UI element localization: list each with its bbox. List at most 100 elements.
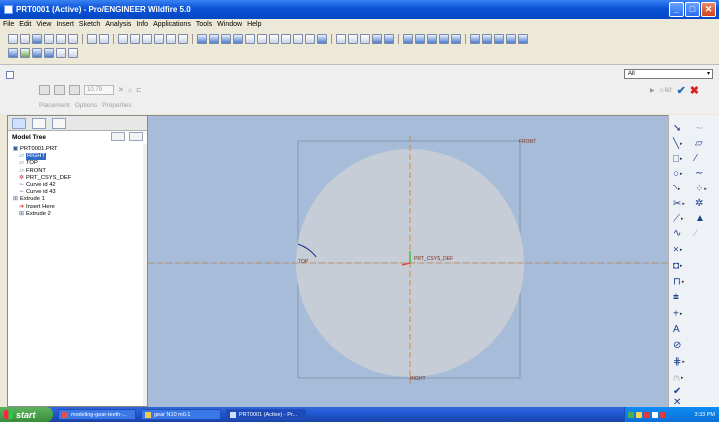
select-box-icon[interactable] — [178, 34, 188, 44]
model-player-icon[interactable] — [8, 48, 18, 58]
paste-icon[interactable] — [142, 34, 152, 44]
constraints-display-icon[interactable] — [494, 34, 504, 44]
menu-tools[interactable]: Tools — [196, 21, 212, 28]
graphics-window[interactable]: FRONT TOP PRT_CSYS_DEF RIGHT — [148, 115, 668, 407]
menu-analysis[interactable]: Analysis — [105, 21, 131, 28]
annotations-icon[interactable] — [451, 34, 461, 44]
menu-insert[interactable]: Insert — [56, 21, 74, 28]
grid-display-icon[interactable] — [518, 34, 528, 44]
dimension-icon[interactable]: ⊓▸ — [673, 277, 684, 288]
tree-item-front[interactable]: ▱ FRONT — [12, 168, 71, 175]
enhanced-realism-icon[interactable] — [384, 34, 394, 44]
menu-sketch[interactable]: Sketch — [79, 21, 100, 28]
tree-item-curve-43[interactable]: ∼ Curve id 43 — [12, 189, 71, 196]
zoom-out-icon[interactable] — [257, 34, 267, 44]
analysis-icon[interactable]: ▲ — [695, 214, 705, 224]
circle-icon[interactable]: ○▸ — [673, 169, 683, 180]
modify-icon[interactable]: ⩧ — [673, 293, 679, 303]
datum-axes-icon[interactable] — [415, 34, 425, 44]
ok-check-icon[interactable]: ✔ — [677, 84, 686, 97]
start-button[interactable]: start — [0, 407, 53, 422]
hidden-line-icon[interactable] — [348, 34, 358, 44]
tree-item-csys[interactable]: ✲ PRT_CSYS_DEF — [12, 175, 71, 182]
menu-edit[interactable]: Edit — [19, 21, 31, 28]
menu-help[interactable]: Help — [247, 21, 261, 28]
find-icon[interactable] — [166, 34, 176, 44]
flip-direction-icon[interactable]: ✕ — [118, 86, 124, 94]
paste-special-icon[interactable] — [154, 34, 164, 44]
constraint-icon[interactable]: +▸ — [673, 309, 682, 320]
trim-icon[interactable]: ⋕▸ — [673, 357, 685, 368]
tree-scrollbar[interactable] — [143, 144, 147, 406]
menu-view[interactable]: View — [36, 21, 51, 28]
saved-views-icon[interactable] — [293, 34, 303, 44]
tree-item-insert-here[interactable]: ➔ Insert Here — [12, 204, 71, 211]
print-icon[interactable] — [44, 34, 54, 44]
open-icon[interactable] — [20, 34, 30, 44]
network-icon[interactable] — [628, 411, 634, 418]
close-button[interactable]: ✕ — [701, 2, 716, 17]
taskbar-item-folder[interactable]: gear N10 m0.1 — [141, 409, 221, 420]
folder-browser-tab-icon[interactable] — [32, 118, 46, 129]
remove-material-icon[interactable]: ⌂ — [128, 87, 132, 94]
orient-icon[interactable] — [221, 34, 231, 44]
fillet-icon[interactable]: ✂▸ — [673, 199, 685, 210]
chamfer-icon[interactable]: ⟋▸ — [673, 214, 684, 225]
maximize-button[interactable]: □ — [685, 2, 700, 17]
email-icon[interactable] — [56, 34, 66, 44]
datum-planes-icon[interactable] — [403, 34, 413, 44]
shading-icon[interactable] — [372, 34, 382, 44]
mirror-icon[interactable]: ⩀▸ — [673, 373, 684, 384]
tree-item-part[interactable]: ▣ PRT0001.PRT — [12, 146, 71, 153]
spline-icon[interactable]: ∿ — [673, 229, 681, 239]
use-edge-icon[interactable]: ◘▸ — [673, 261, 683, 272]
tree-item-extrude-2[interactable]: ⊞ Extrude 2 — [12, 211, 71, 218]
copy-icon[interactable] — [130, 34, 140, 44]
no-hidden-icon[interactable] — [360, 34, 370, 44]
datum-point-icon[interactable]: ⁘▸ — [695, 184, 707, 195]
datum-points-icon[interactable] — [427, 34, 437, 44]
minimize-button[interactable]: _ — [669, 2, 684, 17]
preview-button[interactable]: ☺60' — [659, 88, 673, 94]
arc-icon[interactable]: ◝▸ — [673, 184, 680, 195]
window-titlebar[interactable]: PRT0001 (Active) - Pro/ENGINEER Wildfire… — [0, 0, 719, 19]
text-icon[interactable]: A — [673, 325, 680, 335]
line-icon[interactable]: ╲▸ — [673, 139, 683, 150]
extrude-surface-icon[interactable] — [54, 85, 65, 95]
sketch-mode-icon[interactable] — [6, 71, 14, 79]
sketch-canvas[interactable] — [148, 116, 668, 408]
refit-icon[interactable] — [269, 34, 279, 44]
sketcher-preferences-icon[interactable] — [56, 48, 66, 58]
spin-center-icon[interactable] — [209, 34, 219, 44]
reorient-icon[interactable] — [281, 34, 291, 44]
taskbar-item-proe[interactable]: PRT0001 (Active) - Pr... — [226, 409, 306, 420]
email-link-icon[interactable] — [68, 34, 78, 44]
cut-icon[interactable] — [118, 34, 128, 44]
datum-curve-icon[interactable]: ∼ — [695, 169, 703, 179]
sketch-view-icon[interactable] — [470, 34, 480, 44]
view-manager-icon[interactable] — [317, 34, 327, 44]
tree-item-top[interactable]: ▱ TOP — [12, 160, 71, 167]
taskbar-item-browser[interactable]: modeling-gear-teeth-... — [58, 409, 136, 420]
select-arrow-icon[interactable]: ➘ — [673, 124, 681, 134]
undo-icon[interactable] — [87, 34, 97, 44]
depth-option-icon[interactable] — [69, 85, 80, 95]
tree-item-right[interactable]: ▱ RIGHT — [12, 153, 71, 161]
csys-tool-icon[interactable]: ✲ — [695, 199, 703, 209]
pause-button[interactable]: ▶ — [650, 87, 655, 94]
zoom-in-icon[interactable] — [245, 34, 255, 44]
wireframe-icon[interactable] — [336, 34, 346, 44]
thicken-icon[interactable]: ⊏ — [136, 86, 142, 94]
palette-icon[interactable]: ⊘ — [673, 341, 681, 351]
layers-icon[interactable] — [305, 34, 315, 44]
tab-options[interactable]: Options — [75, 102, 97, 109]
selection-filter-dropdown[interactable]: All ▾ — [624, 69, 713, 79]
depth-input[interactable]: 10.79 — [84, 85, 114, 95]
tray-app-icon[interactable] — [652, 411, 658, 418]
context-help-icon[interactable] — [68, 48, 78, 58]
tree-show-icon[interactable] — [129, 132, 143, 141]
menu-file[interactable]: File — [3, 21, 14, 28]
antivirus-icon[interactable] — [660, 411, 666, 418]
cancel-x-icon[interactable]: ✖ — [690, 84, 699, 97]
done-check-icon[interactable]: ✔ — [673, 387, 681, 397]
